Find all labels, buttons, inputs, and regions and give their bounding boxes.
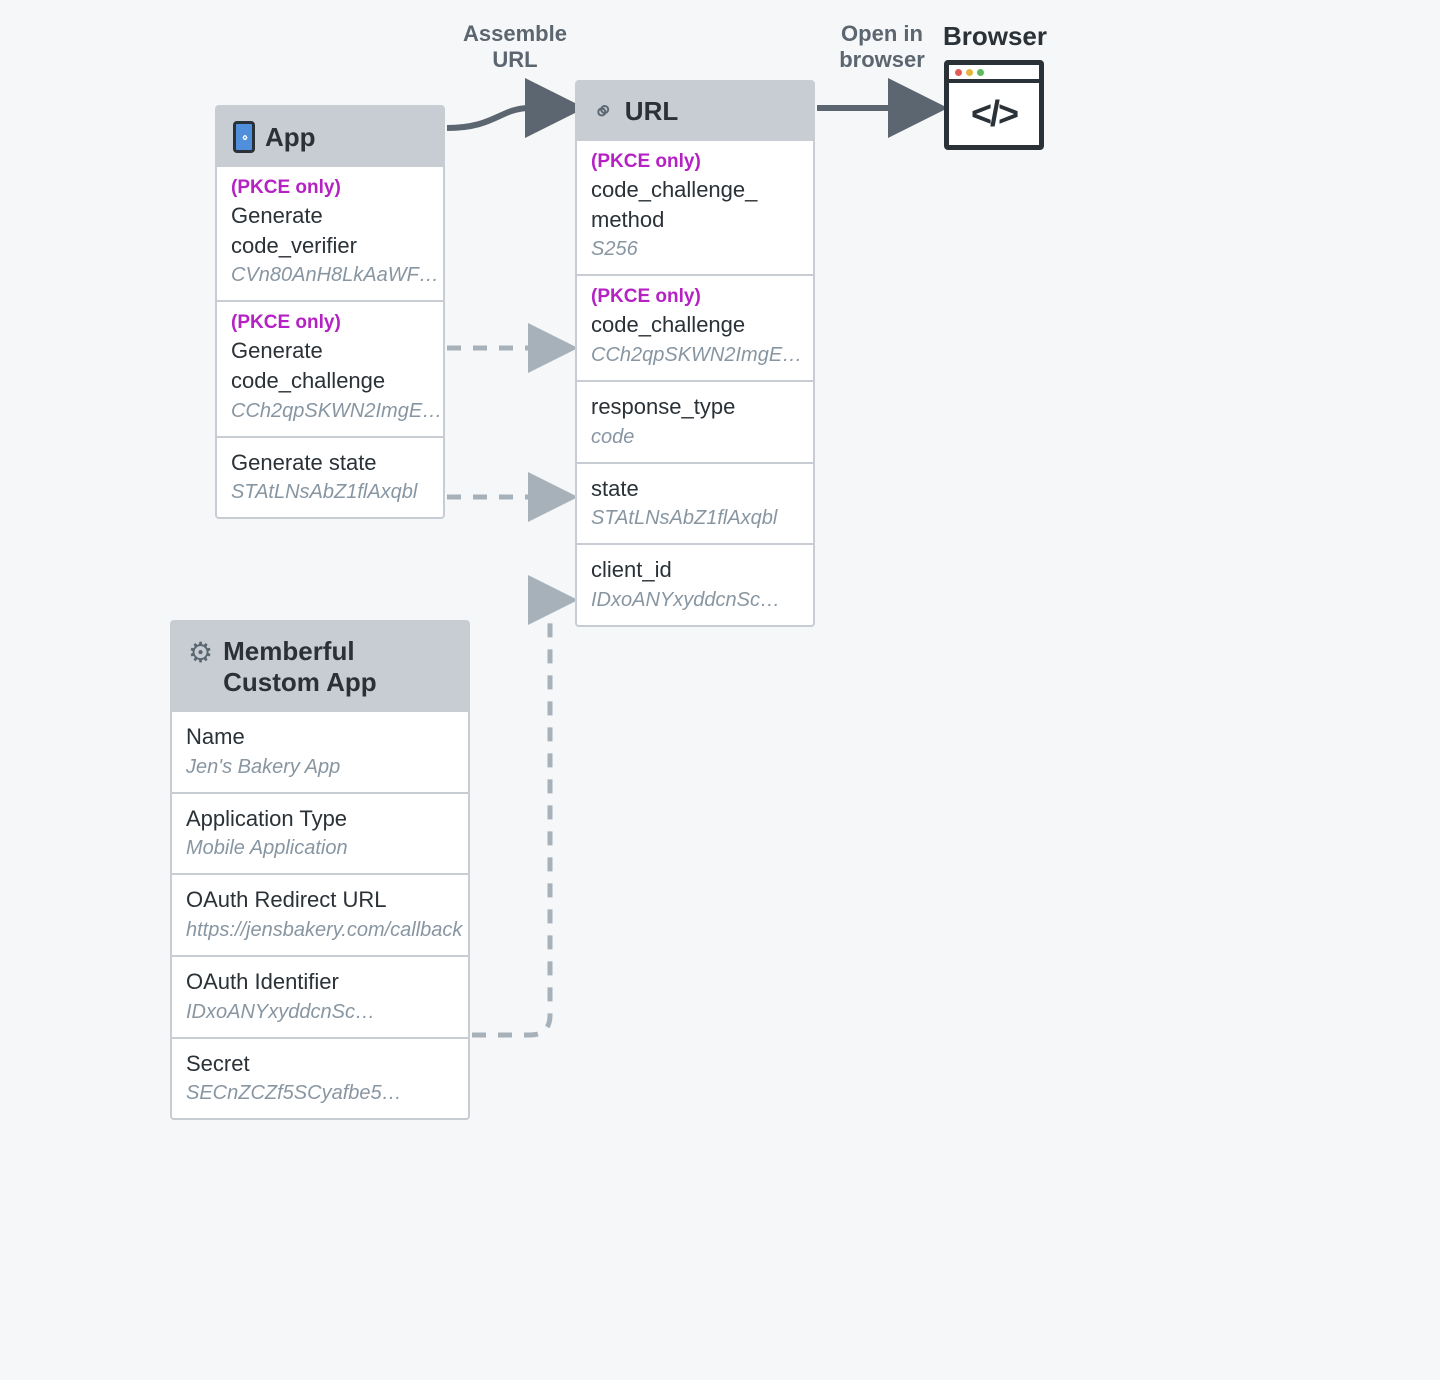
row-value: CVn80AnH8LkAaWF… xyxy=(231,262,429,288)
memberful-title: Memberful Custom App xyxy=(223,636,377,698)
url-rows: (PKCE only)code_challenge_ methodS256(PK… xyxy=(577,141,813,625)
pkce-tag: (PKCE only) xyxy=(591,286,799,308)
pkce-tag: (PKCE only) xyxy=(231,312,429,334)
row-label: code_challenge xyxy=(591,310,799,340)
row-value: STAtLNsAbZ1flAxqbl xyxy=(231,479,429,505)
list-item: OAuth Redirect URLhttps://jensbakery.com… xyxy=(172,873,468,955)
label-assemble-url: Assemble URL xyxy=(455,21,575,74)
row-label: response_type xyxy=(591,392,799,422)
row-value: CCh2qpSKWN2ImgE… xyxy=(591,342,799,368)
list-item: client_idIDxoANYxyddcnSc… xyxy=(577,543,813,625)
row-value: code xyxy=(591,424,799,450)
row-value: CCh2qpSKWN2ImgE… xyxy=(231,398,429,424)
row-value: IDxoANYxyddcnSc… xyxy=(186,999,454,1025)
row-value: Jen's Bakery App xyxy=(186,754,454,780)
url-box: ⚭ URL (PKCE only)code_challenge_ methodS… xyxy=(575,80,815,627)
row-label: Secret xyxy=(186,1049,454,1079)
list-item: Generate stateSTAtLNsAbZ1flAxqbl xyxy=(217,436,443,518)
memberful-box: ⚙ Memberful Custom App NameJen's Bakery … xyxy=(170,620,470,1120)
list-item: OAuth IdentifierIDxoANYxyddcnSc… xyxy=(172,955,468,1037)
list-item: response_typecode xyxy=(577,380,813,462)
app-box: App (PKCE only)Generate code_verifierCVn… xyxy=(215,105,445,519)
list-item: (PKCE only)Generate code_verifierCVn80An… xyxy=(217,167,443,300)
row-value: SECnZCZf5SCyafbe5… xyxy=(186,1080,454,1106)
pkce-tag: (PKCE only) xyxy=(231,177,429,199)
list-item: (PKCE only)code_challengeCCh2qpSKWN2ImgE… xyxy=(577,274,813,380)
link-icon: ⚭ xyxy=(586,93,623,131)
list-item: (PKCE only)Generate code_challenge CCh2qp… xyxy=(217,300,443,435)
label-open-in-browser: Open in browser xyxy=(832,21,932,74)
row-label: OAuth Identifier xyxy=(186,967,454,997)
row-label: client_id xyxy=(591,555,799,585)
list-item: SecretSECnZCZf5SCyafbe5… xyxy=(172,1037,468,1119)
row-label: Name xyxy=(186,722,454,752)
row-value: Mobile Application xyxy=(186,835,454,861)
list-item: NameJen's Bakery App xyxy=(172,712,468,792)
browser-illustration: </> xyxy=(944,60,1044,150)
url-title: URL xyxy=(625,96,678,127)
row-label: code_challenge_ method xyxy=(591,175,799,234)
phone-icon xyxy=(233,121,255,153)
row-value: S256 xyxy=(591,236,799,262)
row-label: Application Type xyxy=(186,804,454,834)
list-item: stateSTAtLNsAbZ1flAxqbl xyxy=(577,462,813,544)
row-label: OAuth Redirect URL xyxy=(186,885,454,915)
list-item: Application TypeMobile Application xyxy=(172,792,468,874)
row-value: https://jensbakery.com/callback xyxy=(186,917,454,943)
row-label: Generate code_challenge xyxy=(231,336,429,395)
row-label: Generate state xyxy=(231,448,429,478)
memberful-rows: NameJen's Bakery AppApplication TypeMobi… xyxy=(172,712,468,1118)
label-browser-title: Browser xyxy=(935,21,1055,52)
gear-icon: ⚙ xyxy=(188,636,213,669)
list-item: (PKCE only)code_challenge_ methodS256 xyxy=(577,141,813,274)
code-icon: </> xyxy=(949,83,1039,145)
app-rows: (PKCE only)Generate code_verifierCVn80An… xyxy=(217,167,443,517)
row-value: STAtLNsAbZ1flAxqbl xyxy=(591,505,799,531)
row-value: IDxoANYxyddcnSc… xyxy=(591,587,799,613)
app-title: App xyxy=(265,122,316,153)
row-label: state xyxy=(591,474,799,504)
row-label: Generate code_verifier xyxy=(231,201,429,260)
pkce-tag: (PKCE only) xyxy=(591,151,799,173)
